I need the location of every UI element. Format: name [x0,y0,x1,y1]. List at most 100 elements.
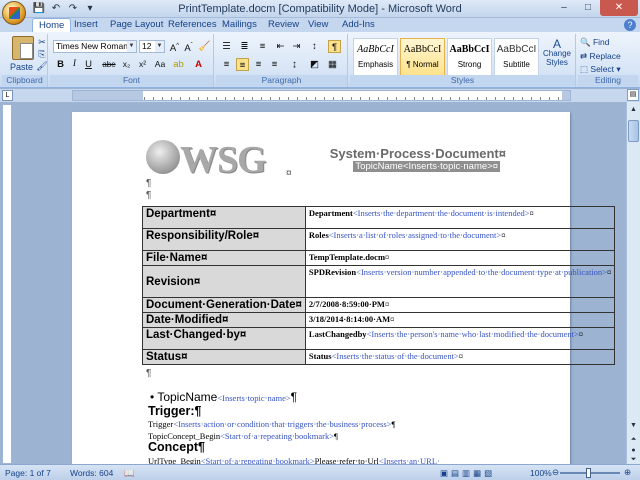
cell-end-mark: ¤ [606,267,612,277]
document-page[interactable]: WSG ¤ System·Process·Document¤ TopicName… [72,112,616,464]
scrollbar-thumb[interactable] [628,120,639,142]
topic-name-line[interactable]: • TopicName<Inserts·topic·name>¶ [150,390,297,404]
grow-font-icon[interactable]: A^ [168,40,181,54]
zoom-out-icon[interactable]: ⊖ [552,467,559,478]
zoom-slider-knob[interactable] [586,468,591,478]
row-value[interactable]: LastChangedby<Inserts·the·person's·name·… [304,327,616,350]
horizontal-ruler[interactable] [72,90,571,101]
justify-icon[interactable]: ≡ [268,58,281,71]
row-value[interactable]: SPDRevision<Inserts·version·number·appen… [304,265,616,298]
format-painter-icon[interactable]: 🖌 [36,61,48,71]
tab-home[interactable]: Home [32,18,72,33]
tab-references[interactable]: References [168,18,217,32]
style-subtitle[interactable]: AaBbCcI Subtitle [494,38,539,76]
row-value[interactable]: Department<Inserts·the·department·the·do… [304,206,616,229]
replace-button[interactable]: ⇄ Replace [580,51,621,62]
show-hide-pilcrow-icon[interactable]: ¶ [328,40,341,53]
tab-mailings[interactable]: Mailings [222,18,257,32]
vertical-ruler[interactable] [2,104,12,464]
help-icon[interactable]: ? [624,19,636,31]
document-area[interactable]: WSG ¤ System·Process·Document¤ TopicName… [14,102,626,464]
font-color-icon[interactable]: A [192,58,205,71]
font-size-value: 12 [142,41,152,51]
binoculars-icon: 🔍 [580,37,591,47]
italic-button[interactable]: I [68,58,81,71]
tab-view[interactable]: View [308,18,328,32]
replace-icon: ⇄ [580,51,588,61]
underline-button[interactable]: U [82,58,95,71]
scroll-down-icon[interactable]: ▼ [628,420,639,431]
scroll-up-icon[interactable]: ▲ [628,104,639,115]
style-normal[interactable]: AaBbCcI ¶ Normal [400,38,445,76]
document-subtitle: TopicName<Inserts·topic·name>¤ [353,161,500,172]
tab-review[interactable]: Review [268,18,299,32]
previous-page-icon[interactable]: ⏶ [628,434,639,445]
vertical-scrollbar[interactable]: ▲ ▼ ⏶ ● ⏷ [626,102,640,464]
cut-icon[interactable]: ✂ [36,37,48,47]
paste-icon[interactable] [12,36,34,60]
minimize-button[interactable]: – [552,0,576,16]
styles-group-label: Styles [350,75,575,86]
superscript-button[interactable]: x² [136,58,149,71]
shrink-font-icon[interactable]: Aˇ [182,40,195,54]
align-center-icon[interactable]: ≡ [236,58,249,71]
concept-heading: Concept¶ [148,440,205,454]
table-row: Responsibility/Role¤ Roles<Inserts·a·lis… [142,228,616,251]
row-value[interactable]: Status<Inserts·the·status·of·the·documen… [304,349,616,365]
view-ruler-icon[interactable]: ▤ [627,89,639,101]
document-info-table: Department¤ Department<Inserts·the·depar… [142,206,616,365]
paste-button[interactable]: Paste [10,62,33,72]
copy-icon[interactable]: ⎘ [36,49,48,59]
bold-button[interactable]: B [54,58,67,71]
tab-page-layout[interactable]: Page Layout [110,18,163,32]
field-name: TempTemplate.docm [308,252,386,262]
maximize-button[interactable]: □ [576,0,600,16]
font-name-combo[interactable]: Times New Roman ▼ [53,40,137,53]
borders-icon[interactable]: ▦ [326,58,339,71]
tab-selector-icon[interactable]: L [2,90,13,101]
view-buttons-icon[interactable]: ▣▤▥▦▧ [440,468,495,479]
change-styles-button[interactable]: A Change Styles [542,38,572,67]
font-size-combo[interactable]: 12 ▼ [139,40,165,53]
editing-group: 🔍 Find ⇄ Replace ⬚ Select ▾ Editing [578,34,638,87]
increase-indent-icon[interactable]: ⇥ [290,40,303,53]
paragraph-mark: ¶ [146,190,152,201]
page-count[interactable]: Page: 1 of 7 [5,468,51,478]
row-value[interactable]: 3/18/2014·8:14:00·AM¤ [304,312,616,328]
row-value[interactable]: TempTemplate.docm¤ [304,250,616,266]
subscript-button[interactable]: x₂ [120,58,133,71]
change-case-button[interactable]: Aa [152,58,168,71]
sort-icon[interactable]: ↕ [308,40,321,53]
proofing-icon[interactable]: 📖 [124,468,135,479]
align-right-icon[interactable]: ≡ [252,58,265,71]
clear-formatting-icon[interactable]: 🧹 [198,40,211,53]
zoom-level[interactable]: 100% [530,468,552,478]
tab-add-ins[interactable]: Add-Ins [342,18,375,32]
numbering-icon[interactable]: ≣ [238,40,251,53]
decrease-indent-icon[interactable]: ⇤ [274,40,287,53]
strikethrough-button[interactable]: abe [100,58,118,71]
row-label: Department¤ [142,206,306,229]
select-button[interactable]: ⬚ Select ▾ [580,64,621,75]
find-button[interactable]: 🔍 Find [580,37,610,48]
style-strong[interactable]: AaBbCcI Strong [447,38,492,76]
cell-end-mark: ¤ [578,329,584,339]
chevron-down-icon[interactable]: ▼ [155,41,164,52]
row-value[interactable]: Roles<Inserts·a·list·of·roles·assigned·t… [304,228,616,251]
zoom-in-icon[interactable]: ⊕ [624,467,631,478]
align-left-icon[interactable]: ≡ [220,58,233,71]
chevron-down-icon[interactable]: ▼ [127,41,136,52]
close-button[interactable]: ✕ [600,0,638,16]
word-count[interactable]: Words: 604 [70,468,113,478]
highlight-icon[interactable]: ab [172,58,185,71]
line-spacing-icon[interactable]: ↨ [288,58,301,71]
office-button[interactable] [2,1,26,25]
shading-icon[interactable]: ◩ [308,58,321,71]
urltype-line[interactable]: UrlType_Begin<Start·of·a·repeating·bookm… [148,456,440,464]
trigger-line[interactable]: Trigger<Inserts·action·or·condition·that… [148,419,395,429]
row-value[interactable]: 2/7/2008·8:59:00·PM¤ [304,297,616,313]
bullets-icon[interactable]: ☰ [220,40,233,53]
multilevel-list-icon[interactable]: ≡ [256,40,269,53]
style-emphasis[interactable]: AaBbCcI Emphasis [353,38,398,76]
tab-insert[interactable]: Insert [74,18,98,32]
